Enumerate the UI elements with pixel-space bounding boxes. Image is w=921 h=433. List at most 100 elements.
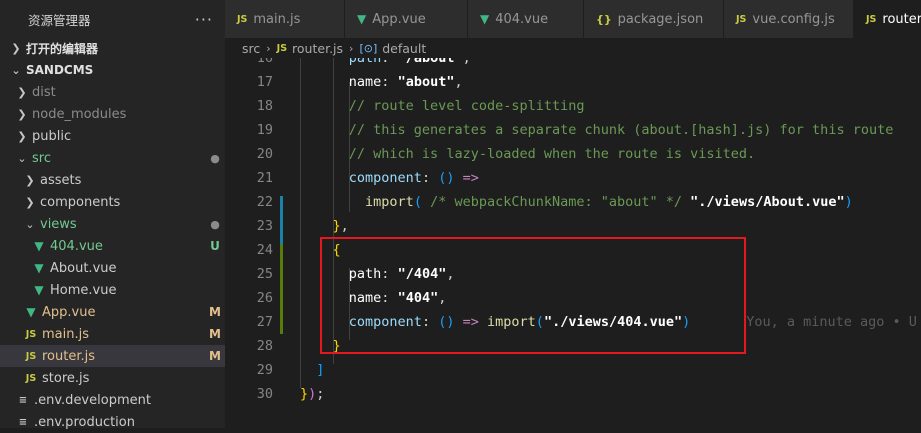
- tree-folder[interactable]: ⌄ src ●: [0, 147, 225, 169]
- code-text: // this generates a separate chunk (abou…: [348, 122, 894, 138]
- tab-label: 404.vue: [495, 11, 549, 27]
- chevron-right-icon: ❯: [25, 195, 35, 209]
- editor-tabs: JS main.js ▼ App.vue ▼ 404.vue {} package.json J…: [225, 0, 921, 38]
- js-file-icon: JS: [866, 13, 877, 25]
- explorer-title: 资源管理器: [28, 12, 91, 28]
- code-line: 24 {: [225, 238, 921, 262]
- tree-file[interactable]: ▼ Home.vue: [0, 279, 225, 301]
- env-file-icon: ≡: [18, 394, 28, 406]
- breadcrumb-file[interactable]: router.js: [292, 41, 343, 56]
- ellipsis-icon[interactable]: ···: [195, 10, 213, 29]
- tree-folder[interactable]: ❯ public: [0, 125, 225, 147]
- code-line: 19 // this generates a separate chunk (a…: [225, 118, 921, 142]
- line-number: 28: [256, 338, 273, 354]
- code-text: name: "404",: [348, 290, 447, 306]
- tab-label: App.vue: [372, 11, 426, 27]
- code-text: // which is lazy-loaded when the route i…: [348, 146, 756, 162]
- chevron-down-icon: ⌄: [11, 63, 21, 77]
- code-editor[interactable]: 16 path: "/about", 17 name: "about", 18 //…: [225, 58, 921, 428]
- breadcrumb-symbol[interactable]: default: [382, 41, 426, 56]
- line-number: 23: [256, 218, 273, 234]
- editor-tab[interactable]: JS vue.config.js: [724, 0, 854, 38]
- code-line: 17 name: "about",: [225, 70, 921, 94]
- code-text: // route level code-splitting: [348, 98, 585, 114]
- explorer-header: 资源管理器 ···: [0, 0, 225, 38]
- code-line: 23 },: [225, 214, 921, 238]
- tree-folder[interactable]: ❯ node_modules: [0, 103, 225, 125]
- line-number: 27: [256, 314, 273, 330]
- tree-item-label: public: [32, 128, 72, 144]
- open-editors-section[interactable]: ❯ 打开的编辑器: [0, 37, 225, 59]
- vue-file-icon: ▼: [26, 305, 36, 319]
- git-status-badge: ●: [210, 217, 220, 231]
- tree-file[interactable]: JS router.js M: [0, 345, 225, 367]
- line-number: 29: [256, 362, 273, 378]
- code-text: }: [332, 338, 341, 354]
- line-number: 19: [256, 122, 273, 138]
- tree-item-label: .env.production: [34, 414, 135, 430]
- tree-item-label: node_modules: [32, 106, 127, 122]
- code-line: 25 path: "/404",: [225, 262, 921, 286]
- code-line: 20 // which is lazy-loaded when the rout…: [225, 142, 921, 166]
- code-text: },: [332, 218, 349, 234]
- code-line: 30});: [225, 382, 921, 406]
- line-number: 18: [256, 98, 273, 114]
- editor-tab[interactable]: ▼ App.vue: [345, 0, 468, 38]
- js-file-icon: JS: [736, 13, 747, 25]
- chevron-right-icon: ❯: [17, 129, 27, 143]
- tree-folder[interactable]: ❯ dist: [0, 81, 225, 103]
- chevron-right-icon: ›: [349, 41, 354, 55]
- tab-label: vue.config.js: [752, 11, 835, 27]
- code-line: 29 ]: [225, 358, 921, 382]
- chevron-right-icon: ❯: [17, 107, 27, 121]
- code-line: 18 // route level code-splitting: [225, 94, 921, 118]
- tree-folder[interactable]: ❯ components: [0, 191, 225, 213]
- tree-file[interactable]: ▼ App.vue M: [0, 301, 225, 323]
- tree-file[interactable]: ▼ About.vue: [0, 257, 225, 279]
- tree-file[interactable]: ▼ 404.vue U: [0, 235, 225, 257]
- vue-file-icon: ▼: [34, 283, 44, 297]
- chevron-right-icon: ›: [266, 41, 271, 55]
- tree-item-label: store.js: [42, 370, 90, 386]
- git-status-badge: M: [209, 327, 221, 341]
- tree-folder[interactable]: ❯ assets: [0, 169, 225, 191]
- line-number: 17: [256, 74, 273, 90]
- tab-label: router.: [882, 11, 921, 27]
- code-text: import( /* webpackChunkName: "about" */ …: [365, 194, 853, 210]
- tree-item-label: main.js: [42, 326, 89, 342]
- editor-tab[interactable]: JS main.js: [225, 0, 345, 38]
- editor-tab[interactable]: {} package.json: [584, 0, 724, 38]
- editor-tab[interactable]: ▼ 404.vue: [468, 0, 584, 38]
- breadcrumb-folder[interactable]: src: [242, 41, 260, 56]
- line-number: 24: [256, 242, 273, 258]
- vue-file-icon: ▼: [357, 12, 367, 26]
- tree-file[interactable]: ≡ .env.development: [0, 389, 225, 411]
- line-number: 16: [256, 58, 273, 66]
- code-line: 28 }: [225, 334, 921, 358]
- project-section[interactable]: ⌄ SANDCMS: [0, 59, 225, 81]
- env-file-icon: ≡: [18, 416, 28, 428]
- chevron-down-icon: ⌄: [17, 151, 27, 165]
- tree-item-label: .env.development: [34, 392, 151, 408]
- code-line: 27 component: () => import("./views/404.…: [225, 310, 921, 334]
- tree-item-label: router.js: [42, 348, 96, 364]
- code-line: 21 component: () =>: [225, 166, 921, 190]
- code-line: 22 import( /* webpackChunkName: "about" …: [225, 190, 921, 214]
- tree-file[interactable]: JS store.js: [0, 367, 225, 389]
- line-number: 30: [256, 386, 273, 402]
- editor-tab[interactable]: JS router.: [854, 0, 921, 38]
- tree-folder[interactable]: ⌄ views ●: [0, 213, 225, 235]
- tree-file[interactable]: JS main.js M: [0, 323, 225, 345]
- line-number: 21: [256, 170, 273, 186]
- js-file-icon: JS: [237, 13, 248, 25]
- chevron-down-icon: ⌄: [25, 217, 35, 231]
- project-label: SANDCMS: [26, 63, 94, 77]
- code-text: name: "about",: [348, 74, 463, 90]
- vue-file-icon: ▼: [480, 12, 490, 26]
- line-number: 25: [256, 266, 273, 282]
- code-text: component: () => import("./views/404.vue…: [348, 314, 917, 330]
- tree-item-label: 404.vue: [50, 238, 103, 254]
- tree-item-label: src: [32, 150, 51, 166]
- tree-file[interactable]: ≡ .env.production: [0, 411, 225, 433]
- tab-label: main.js: [253, 11, 301, 27]
